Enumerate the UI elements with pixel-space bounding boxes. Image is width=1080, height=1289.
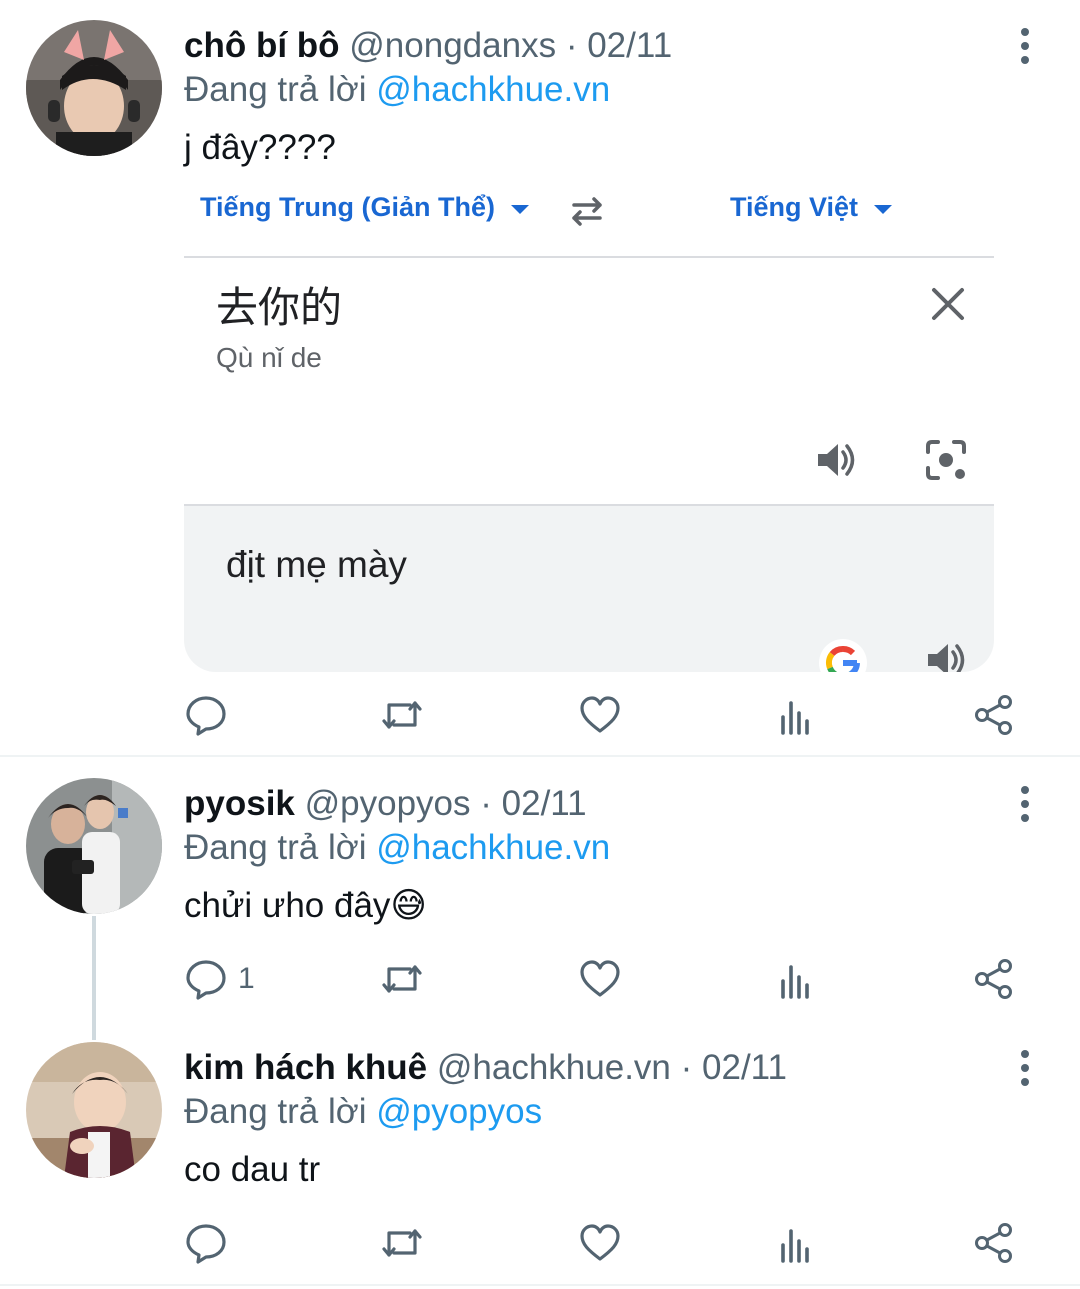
tweet-date[interactable]: 02/11 [502,784,587,823]
translated-text: địt mẹ mày [226,544,407,585]
speaker-icon[interactable] [922,636,970,672]
avatar[interactable] [26,1042,162,1178]
tweet-text: co dau tr [184,1150,321,1189]
views-icon [781,965,809,999]
tweet-actions [0,1218,1080,1268]
retweet-icon [382,701,422,729]
reply-icon [186,1224,226,1264]
share-button[interactable] [972,1218,1016,1268]
reply-prefix: Đang trả lời [184,1092,367,1131]
more-icon[interactable] [1008,22,1042,70]
divider [184,256,994,258]
speaker-icon[interactable] [812,436,860,484]
user-handle[interactable]: @hachkhue.vn [437,1048,671,1087]
tweet-date[interactable]: 02/11 [587,26,672,65]
source-language-label: Tiếng Trung (Giản Thể) [200,192,495,222]
avatar-image [26,1042,162,1178]
reply-button[interactable]: 1 [184,954,255,1004]
close-icon[interactable] [928,284,968,324]
tweet-text: chửi ưho đây😅 [184,886,427,925]
display-name[interactable]: kim hách khuê [184,1048,427,1087]
tweet-text: j đây???? [184,128,336,167]
tweet[interactable]: kim hách khuê @hachkhue.vn · 02/11 Đang … [0,1022,1080,1284]
tweet-date[interactable]: 02/11 [702,1048,787,1087]
reply-icon [186,696,226,736]
language-bar: Tiếng Trung (Giản Thể) Tiếng Việt [184,180,994,258]
camera-lens-icon[interactable] [922,436,970,484]
like-icon [580,696,620,733]
views-button[interactable] [775,1218,819,1268]
google-logo-icon [819,639,867,672]
reply-count: 1 [238,962,255,995]
tweet-actions: 1 [0,954,1080,1004]
translate-card: Tiếng Trung (Giản Thể) Tiếng Việt 去你的 Qù… [184,180,994,672]
tweet-header: pyosik @pyopyos · 02/11 [184,784,587,824]
like-icon [580,1224,620,1261]
divider [0,1284,1080,1286]
share-icon [975,1223,1012,1263]
reply-button[interactable] [184,690,238,740]
reply-context: Đang trả lời @hachkhue.vn [184,828,610,868]
user-handle[interactable]: @nongdanxs [349,26,556,65]
avatar[interactable] [26,20,162,156]
target-language-select[interactable]: Tiếng Việt [730,192,893,223]
avatar[interactable] [26,778,162,914]
source-language-select[interactable]: Tiếng Trung (Giản Thể) [200,192,529,223]
reply-context: Đang trả lời @pyopyos [184,1092,542,1132]
share-button[interactable] [972,954,1016,1004]
tweet[interactable]: pyosik @pyopyos · 02/11 Đang trả lời @ha… [0,758,1080,1030]
views-button[interactable] [775,954,819,1004]
more-icon[interactable] [1008,780,1042,828]
source-romanization: Qù nǐ de [216,342,322,373]
share-icon [975,959,1012,999]
share-icon [975,695,1012,735]
reply-mention[interactable]: @hachkhue.vn [376,828,610,867]
tweet[interactable]: chô bí bô @nongdanxs · 02/11 Đang trả lờ… [0,0,1080,756]
like-button[interactable] [578,954,622,1004]
target-language-label: Tiếng Việt [730,192,859,222]
views-icon [781,701,809,735]
views-icon [781,1229,809,1263]
separator: · [480,784,492,823]
views-button[interactable] [775,690,819,740]
source-text: 去你的 [216,283,343,332]
reply-icon [186,960,226,1000]
reply-prefix: Đang trả lời [184,828,367,867]
display-name[interactable]: pyosik [184,784,295,823]
like-icon [580,960,620,997]
tweet-actions [0,690,1080,740]
retweet-icon [382,1229,422,1257]
chevron-down-icon [874,205,893,214]
share-button[interactable] [972,690,1016,740]
retweet-icon [382,965,422,993]
retweet-button[interactable] [380,954,424,1004]
display-name[interactable]: chô bí bô [184,26,340,65]
like-button[interactable] [578,1218,622,1268]
retweet-button[interactable] [380,1218,424,1268]
reply-button[interactable] [184,1218,238,1268]
more-icon[interactable] [1008,1044,1042,1092]
tweet-header: kim hách khuê @hachkhue.vn · 02/11 [184,1048,787,1088]
tweet-header: chô bí bô @nongdanxs · 02/11 [184,26,672,66]
user-handle[interactable]: @pyopyos [305,784,471,823]
translation-output: địt mẹ mày [184,504,994,672]
swap-icon[interactable] [564,188,610,234]
separator: · [680,1048,693,1087]
like-button[interactable] [578,690,622,740]
separator: · [565,26,578,65]
avatar-image [26,20,162,156]
reply-context: Đang trả lời @hachkhue.vn [184,70,610,110]
reply-mention[interactable]: @hachkhue.vn [376,70,610,109]
retweet-button[interactable] [380,690,424,740]
chevron-down-icon [511,205,529,214]
reply-prefix: Đang trả lời [184,70,367,109]
avatar-image [26,778,162,914]
divider [0,755,1080,757]
reply-mention[interactable]: @pyopyos [376,1092,542,1131]
